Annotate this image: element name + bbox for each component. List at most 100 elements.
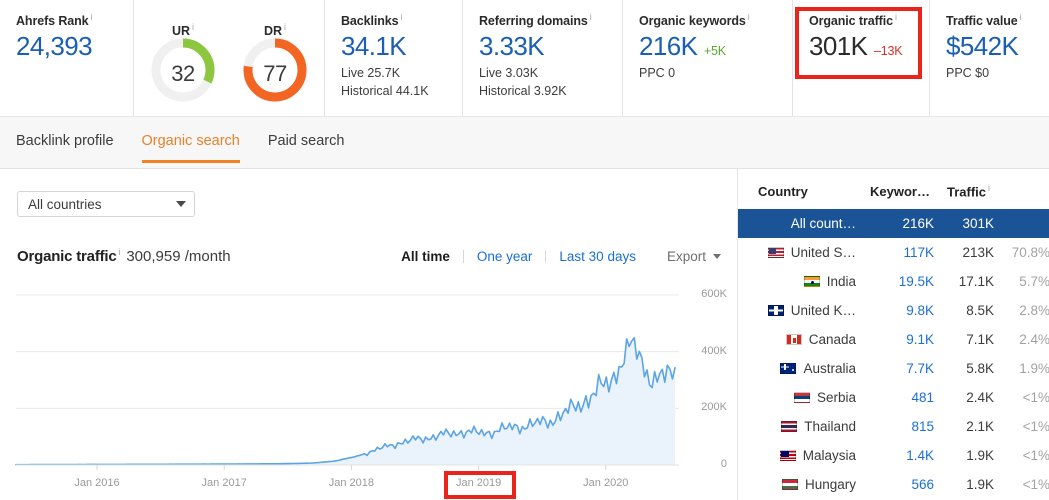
metric-card-referring-domains[interactable]: Referring domainsi 3.33K Live 3.03K Hist… [463, 0, 623, 117]
table-row[interactable]: Australia7.7K5.8K1.9% [738, 354, 1049, 383]
tab-paid-search[interactable]: Paid search [254, 117, 359, 163]
table-row[interactable]: United S…117K213K70.8% [738, 238, 1049, 267]
info-icon[interactable]: i [400, 12, 402, 22]
country-filter-dropdown[interactable]: All countries [17, 191, 195, 217]
cell-share: 1.9% [994, 354, 1049, 383]
metric-card-ahrefs-rank[interactable]: Ahrefs Ranki 24,393 [0, 0, 134, 117]
column-header-keywords[interactable]: Keywor… [856, 169, 934, 209]
cell-traffic: 2.4K [934, 383, 994, 412]
range-one-year[interactable]: One year [464, 249, 546, 264]
tab-backlink-profile[interactable]: Backlink profile [16, 117, 128, 163]
cell-traffic: 7.1K [934, 325, 994, 354]
metric-sub-keywords-ppc: PPC 0 [639, 65, 792, 83]
export-button[interactable]: Export [667, 249, 721, 264]
metric-sub-refdom-live: Live 3.03K [479, 65, 622, 83]
chart-canvas [0, 285, 737, 500]
cell-keywords: 1.4K [856, 441, 934, 470]
cell-country: All count… [738, 209, 856, 238]
export-label: Export [667, 249, 706, 264]
metric-sub-backlinks-historical: Historical 44.1K [341, 83, 462, 101]
column-header-country[interactable]: Country [738, 169, 856, 209]
info-icon[interactable]: i [119, 247, 121, 257]
y-axis-tick-label: 200K [701, 401, 727, 413]
metric-sub-backlinks-live: Live 25.7K [341, 65, 462, 83]
country-name: India [827, 274, 856, 289]
x-axis-tick-label: Jan 2020 [583, 477, 628, 489]
country-name: United K… [791, 303, 856, 318]
cell-country: United S… [738, 238, 856, 267]
info-icon[interactable]: i [748, 12, 750, 22]
flag-icon-ca [786, 334, 802, 345]
metric-card-backlinks[interactable]: Backlinksi 34.1K Live 25.7K Historical 4… [325, 0, 463, 117]
table-row[interactable]: All count…216K301K [738, 209, 1049, 238]
cell-keywords: 9.1K [856, 325, 934, 354]
country-name: Serbia [817, 390, 856, 405]
table-row[interactable]: Malaysia1.4K1.9K<1% [738, 441, 1049, 470]
metric-label-ahrefs-rank: Ahrefs Ranki [16, 12, 133, 28]
table-row[interactable]: Canada9.1K7.1K2.4% [738, 325, 1049, 354]
flag-icon-us [768, 247, 784, 258]
info-icon[interactable]: i [988, 183, 990, 193]
cell-country: Hungary [738, 470, 856, 499]
table-row[interactable]: Thailand8152.1K<1% [738, 412, 1049, 441]
y-axis-tick-label: 0 [721, 458, 727, 470]
chevron-down-icon [713, 254, 721, 259]
column-header-traffic[interactable]: Traffici [934, 169, 994, 209]
metric-card-ur-dr: URi 32 DRi 77 [134, 0, 325, 117]
metric-sub-refdom-historical: Historical 3.92K [479, 83, 622, 101]
table-row[interactable]: Serbia4812.4K<1% [738, 383, 1049, 412]
metric-label-referring-domains: Referring domainsi [479, 12, 622, 28]
metric-value-organic-keywords: 216K +5K [639, 33, 792, 60]
country-filter-value: All countries [28, 197, 176, 212]
traffic-area-chart[interactable]: 0200K400K600K Jan 2016Jan 2017Jan 2018Ja… [0, 285, 737, 500]
info-icon[interactable]: i [284, 22, 286, 32]
gauge-value-ur: 32 [144, 61, 222, 87]
cell-share: 2.8% [994, 296, 1049, 325]
info-icon[interactable]: i [1020, 12, 1022, 22]
cell-traffic: 8.5K [934, 296, 994, 325]
range-all-time[interactable]: All time [388, 249, 463, 264]
cell-country: Malaysia [738, 441, 856, 470]
gauge-dr[interactable]: DRi 77 [236, 22, 314, 118]
chart-header: Organic traffici 300,959 /month All time… [17, 247, 721, 269]
country-name: United S… [791, 245, 856, 260]
metric-label-backlinks: Backlinksi [341, 12, 462, 28]
flag-icon-my [780, 450, 796, 461]
country-table: Country Keywor… Traffici All count…216K3… [738, 169, 1049, 499]
cell-traffic: 301K [934, 209, 994, 238]
cell-keywords: 216K [856, 209, 934, 238]
cell-country: Serbia [738, 383, 856, 412]
metric-value-backlinks: 34.1K [341, 33, 462, 60]
metric-card-organic-keywords[interactable]: Organic keywordsi 216K +5K PPC 0 [623, 0, 793, 117]
info-icon[interactable]: i [91, 12, 93, 22]
country-name: Malaysia [803, 448, 856, 463]
info-icon[interactable]: i [895, 12, 897, 22]
table-row[interactable]: Hungary5661.9K<1% [738, 470, 1049, 499]
chart-x-tickmarks [16, 465, 679, 470]
range-last-30-days[interactable]: Last 30 days [546, 249, 649, 264]
gauge-group: URi 32 DRi 77 [134, 12, 324, 118]
table-row[interactable]: United K…9.8K8.5K2.8% [738, 296, 1049, 325]
section-tabs: Backlink profile Organic search Paid sea… [0, 117, 1049, 169]
cell-country: Australia [738, 354, 856, 383]
metrics-summary-row: Ahrefs Ranki 24,393 URi 32 DRi [0, 0, 1049, 117]
cell-share: <1% [994, 470, 1049, 499]
metric-card-organic-traffic[interactable]: Organic traffici 301K –13K [793, 0, 930, 117]
cell-keywords: 117K [856, 238, 934, 267]
cell-keywords: 566 [856, 470, 934, 499]
info-icon[interactable]: i [192, 22, 194, 32]
cell-traffic: 2.1K [934, 412, 994, 441]
flag-icon-in [804, 276, 820, 287]
cell-share: <1% [994, 383, 1049, 412]
table-row[interactable]: India19.5K17.1K5.7% [738, 267, 1049, 296]
metric-card-traffic-value[interactable]: Traffic valuei $542K PPC $0 [930, 0, 1049, 117]
metric-label-organic-traffic: Organic traffici [809, 12, 929, 28]
flag-icon-au [780, 363, 796, 374]
cell-country: India [738, 267, 856, 296]
metric-value-ahrefs-rank: 24,393 [16, 33, 133, 60]
info-icon[interactable]: i [590, 12, 592, 22]
chevron-down-icon [176, 201, 186, 207]
tab-organic-search[interactable]: Organic search [128, 117, 254, 163]
gauge-ur[interactable]: URi 32 [144, 22, 222, 118]
country-name: All count… [791, 216, 856, 231]
